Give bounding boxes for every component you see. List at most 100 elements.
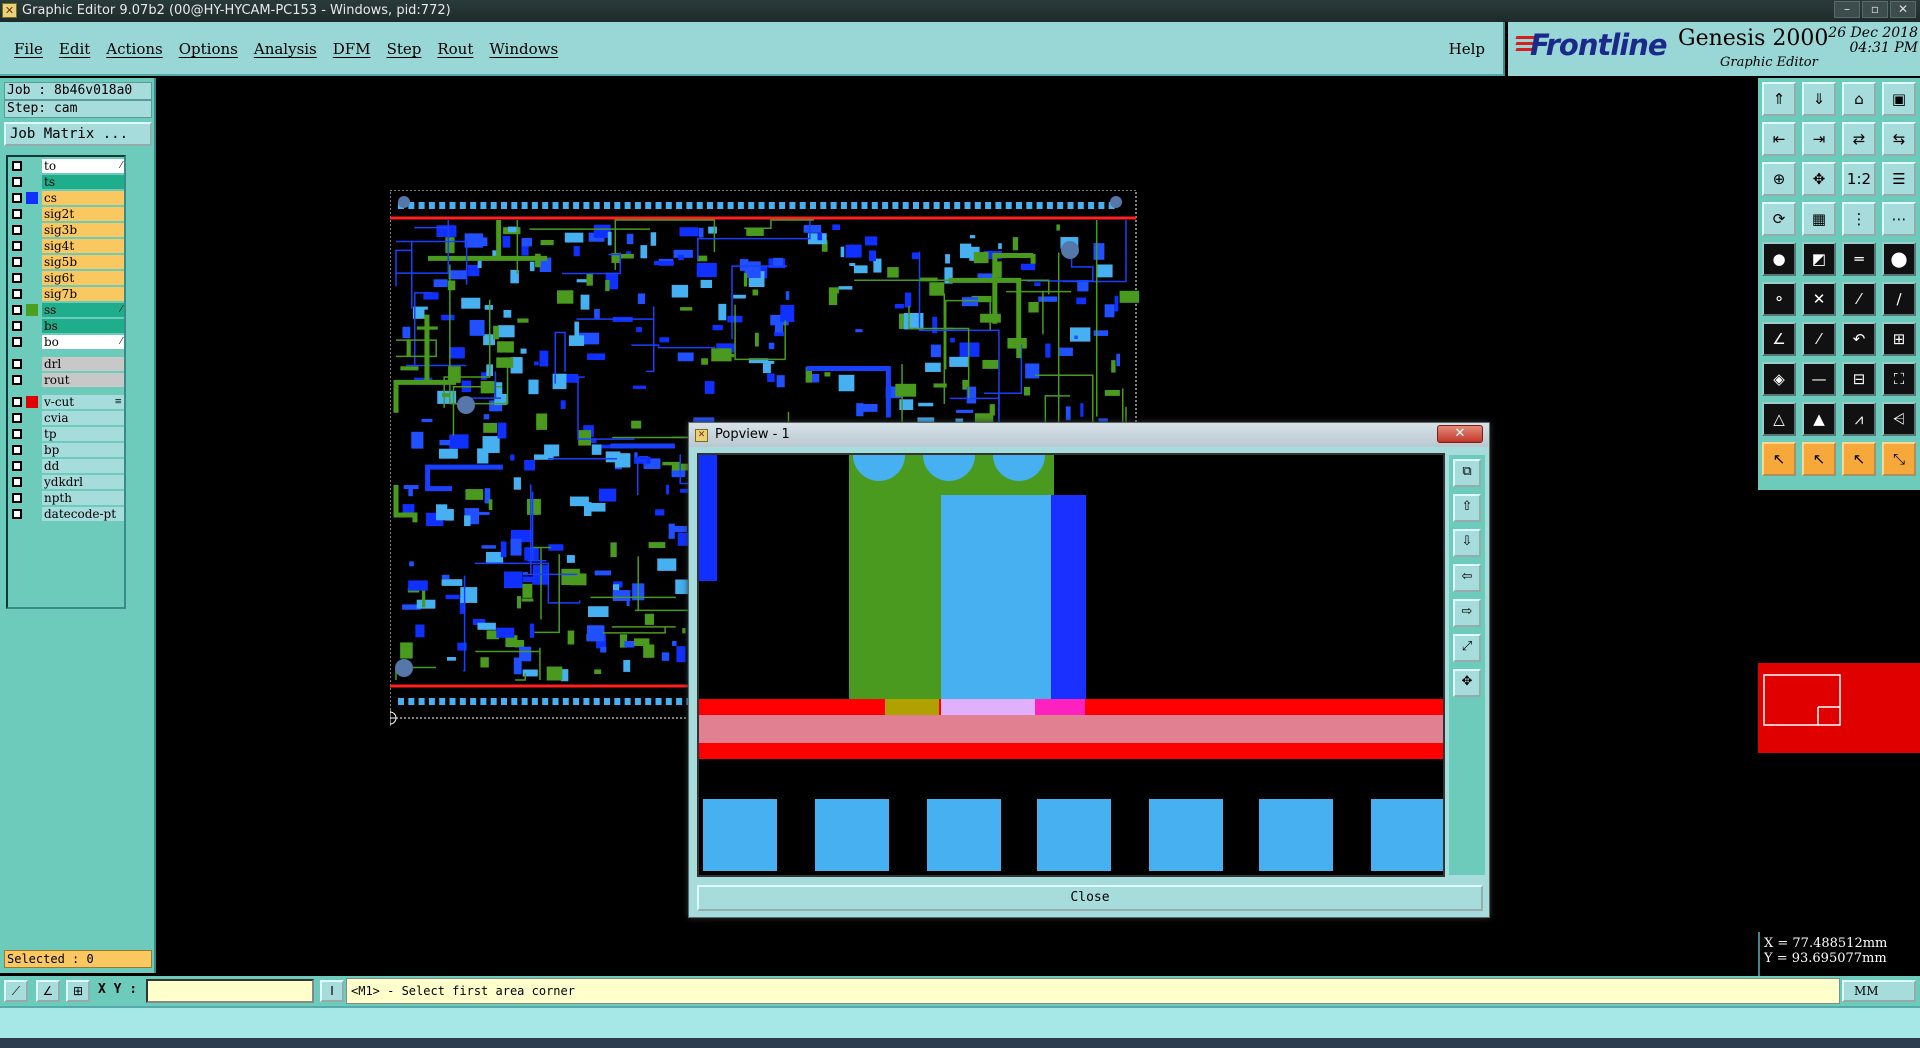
- layer-row-bo[interactable]: bo ⁄: [10, 335, 124, 349]
- minimize-button[interactable]: –: [1834, 1, 1860, 18]
- menu-options[interactable]: Options: [179, 40, 238, 58]
- layer-name[interactable]: ydkdrl: [42, 475, 124, 489]
- popview-tool-1[interactable]: ⇧: [1453, 494, 1481, 522]
- tool-button-r1c2[interactable]: ⇄: [1842, 122, 1876, 156]
- popview-tool-6[interactable]: ✥: [1453, 669, 1481, 697]
- layer-row-sig6t[interactable]: sig6t: [10, 271, 124, 285]
- snap-icon[interactable]: ⟋: [4, 980, 28, 1002]
- popview-close-x-button[interactable]: ✕: [1437, 425, 1483, 443]
- menu-rout[interactable]: Rout: [437, 40, 473, 58]
- layer-name[interactable]: tp: [42, 427, 124, 441]
- popview-canvas[interactable]: [697, 453, 1445, 877]
- layer-row-ss[interactable]: ss ⁄: [10, 303, 124, 317]
- layer-name[interactable]: bp: [42, 443, 124, 457]
- tool-button-r8c0[interactable]: △: [1762, 402, 1796, 436]
- layer-name[interactable]: bo ⁄: [42, 335, 124, 349]
- tool-button-r9c0[interactable]: ↖: [1762, 442, 1796, 476]
- tool-button-r3c3[interactable]: ⋯: [1882, 202, 1916, 236]
- minimap[interactable]: [1758, 490, 1920, 932]
- tool-button-r1c1[interactable]: ⇥: [1802, 122, 1836, 156]
- tool-button-r7c2[interactable]: ⊟: [1842, 362, 1876, 396]
- tool-button-r5c3[interactable]: ∕: [1882, 282, 1916, 316]
- menu-step[interactable]: Step: [387, 40, 422, 58]
- layer-checkbox[interactable]: [12, 397, 22, 407]
- layer-row-sig7b[interactable]: sig7b: [10, 287, 124, 301]
- tool-button-r4c2[interactable]: ═: [1842, 242, 1876, 276]
- layer-row-rout[interactable]: rout: [10, 373, 124, 387]
- tool-button-r8c1[interactable]: ▲: [1802, 402, 1836, 436]
- menu-file[interactable]: File: [14, 40, 43, 58]
- tool-button-r5c2[interactable]: ⁄: [1842, 282, 1876, 316]
- layer-name[interactable]: sig5b: [42, 255, 124, 269]
- menu-dfm[interactable]: DFM: [333, 40, 371, 58]
- tool-button-r3c0[interactable]: ⟳: [1762, 202, 1796, 236]
- layer-row-bp[interactable]: bp: [10, 443, 124, 457]
- layer-checkbox[interactable]: [12, 193, 22, 203]
- tool-button-r0c3[interactable]: ▣: [1882, 82, 1916, 116]
- maximize-button[interactable]: ▫: [1862, 1, 1888, 18]
- layer-name[interactable]: drl: [42, 357, 124, 371]
- layer-checkbox[interactable]: [12, 161, 22, 171]
- popview-tool-4[interactable]: ⇨: [1453, 599, 1481, 627]
- layer-checkbox[interactable]: [12, 337, 22, 347]
- tool-button-r7c1[interactable]: —: [1802, 362, 1836, 396]
- layer-row-datecode-pt[interactable]: datecode-pt: [10, 507, 124, 521]
- layer-checkbox[interactable]: [12, 445, 22, 455]
- layer-checkbox[interactable]: [12, 257, 22, 267]
- layer-checkbox[interactable]: [12, 289, 22, 299]
- layer-checkbox[interactable]: [12, 413, 22, 423]
- layer-name[interactable]: ts: [42, 175, 124, 189]
- layer-row-bs[interactable]: bs: [10, 319, 124, 333]
- tool-button-r4c0[interactable]: ●: [1762, 242, 1796, 276]
- angle-icon[interactable]: ∠: [36, 980, 60, 1002]
- tool-button-r0c1[interactable]: ⇓: [1802, 82, 1836, 116]
- tool-button-r2c2[interactable]: 1:2: [1842, 162, 1876, 196]
- layer-name[interactable]: npth: [42, 491, 124, 505]
- layer-checkbox[interactable]: [12, 493, 22, 503]
- layer-checkbox[interactable]: [12, 477, 22, 487]
- popview-tool-5[interactable]: ⤢: [1453, 634, 1481, 662]
- menu-analysis[interactable]: Analysis: [254, 40, 317, 58]
- popview-titlebar[interactable]: ✕ Popview - 1 ✕: [689, 423, 1489, 447]
- tool-button-r6c1[interactable]: ⁄: [1802, 322, 1836, 356]
- layer-row-cs[interactable]: cs: [10, 191, 124, 205]
- layer-name[interactable]: sig6t: [42, 271, 124, 285]
- tool-button-r4c3[interactable]: ⬤: [1882, 242, 1916, 276]
- layer-name[interactable]: sig3b: [42, 223, 124, 237]
- layer-row-drl[interactable]: drl: [10, 357, 124, 371]
- layer-row-v-cut[interactable]: v-cut ≡: [10, 395, 124, 409]
- tool-button-r6c0[interactable]: ∠: [1762, 322, 1796, 356]
- layer-name[interactable]: sig4t: [42, 239, 124, 253]
- tool-button-r3c1[interactable]: ▦: [1802, 202, 1836, 236]
- layer-checkbox[interactable]: [12, 225, 22, 235]
- layer-name[interactable]: sig7b: [42, 287, 124, 301]
- layer-checkbox[interactable]: [12, 241, 22, 251]
- popview-tool-0[interactable]: ⧉: [1453, 459, 1481, 487]
- popview-tool-3[interactable]: ⇦: [1453, 564, 1481, 592]
- layer-row-sig3b[interactable]: sig3b: [10, 223, 124, 237]
- layer-checkbox[interactable]: [12, 305, 22, 315]
- popview-close-button[interactable]: Close: [697, 885, 1483, 911]
- layer-row-sig5b[interactable]: sig5b: [10, 255, 124, 269]
- tool-button-r1c0[interactable]: ⇤: [1762, 122, 1796, 156]
- layer-row-sig4t[interactable]: sig4t: [10, 239, 124, 253]
- layer-checkbox[interactable]: [12, 273, 22, 283]
- layer-name[interactable]: datecode-pt: [42, 507, 124, 521]
- tool-button-r9c1[interactable]: ↖: [1802, 442, 1836, 476]
- layer-row-dd[interactable]: dd: [10, 459, 124, 473]
- layer-name[interactable]: dd: [42, 459, 124, 473]
- layer-name[interactable]: cs: [42, 191, 124, 205]
- tool-button-r7c0[interactable]: ◈: [1762, 362, 1796, 396]
- layer-row-npth[interactable]: npth: [10, 491, 124, 505]
- layer-checkbox[interactable]: [12, 321, 22, 331]
- info-icon[interactable]: I: [320, 980, 344, 1002]
- layer-name[interactable]: ss ⁄: [42, 303, 124, 317]
- layer-name[interactable]: sig2t: [42, 207, 124, 221]
- layer-checkbox[interactable]: [12, 177, 22, 187]
- tool-button-r8c2[interactable]: ⩘: [1842, 402, 1876, 436]
- xy-input[interactable]: [146, 979, 314, 1003]
- tool-button-r7c3[interactable]: ⛶: [1882, 362, 1916, 396]
- layer-checkbox[interactable]: [12, 209, 22, 219]
- tool-button-r3c2[interactable]: ⋮: [1842, 202, 1876, 236]
- tool-button-r1c3[interactable]: ⇆: [1882, 122, 1916, 156]
